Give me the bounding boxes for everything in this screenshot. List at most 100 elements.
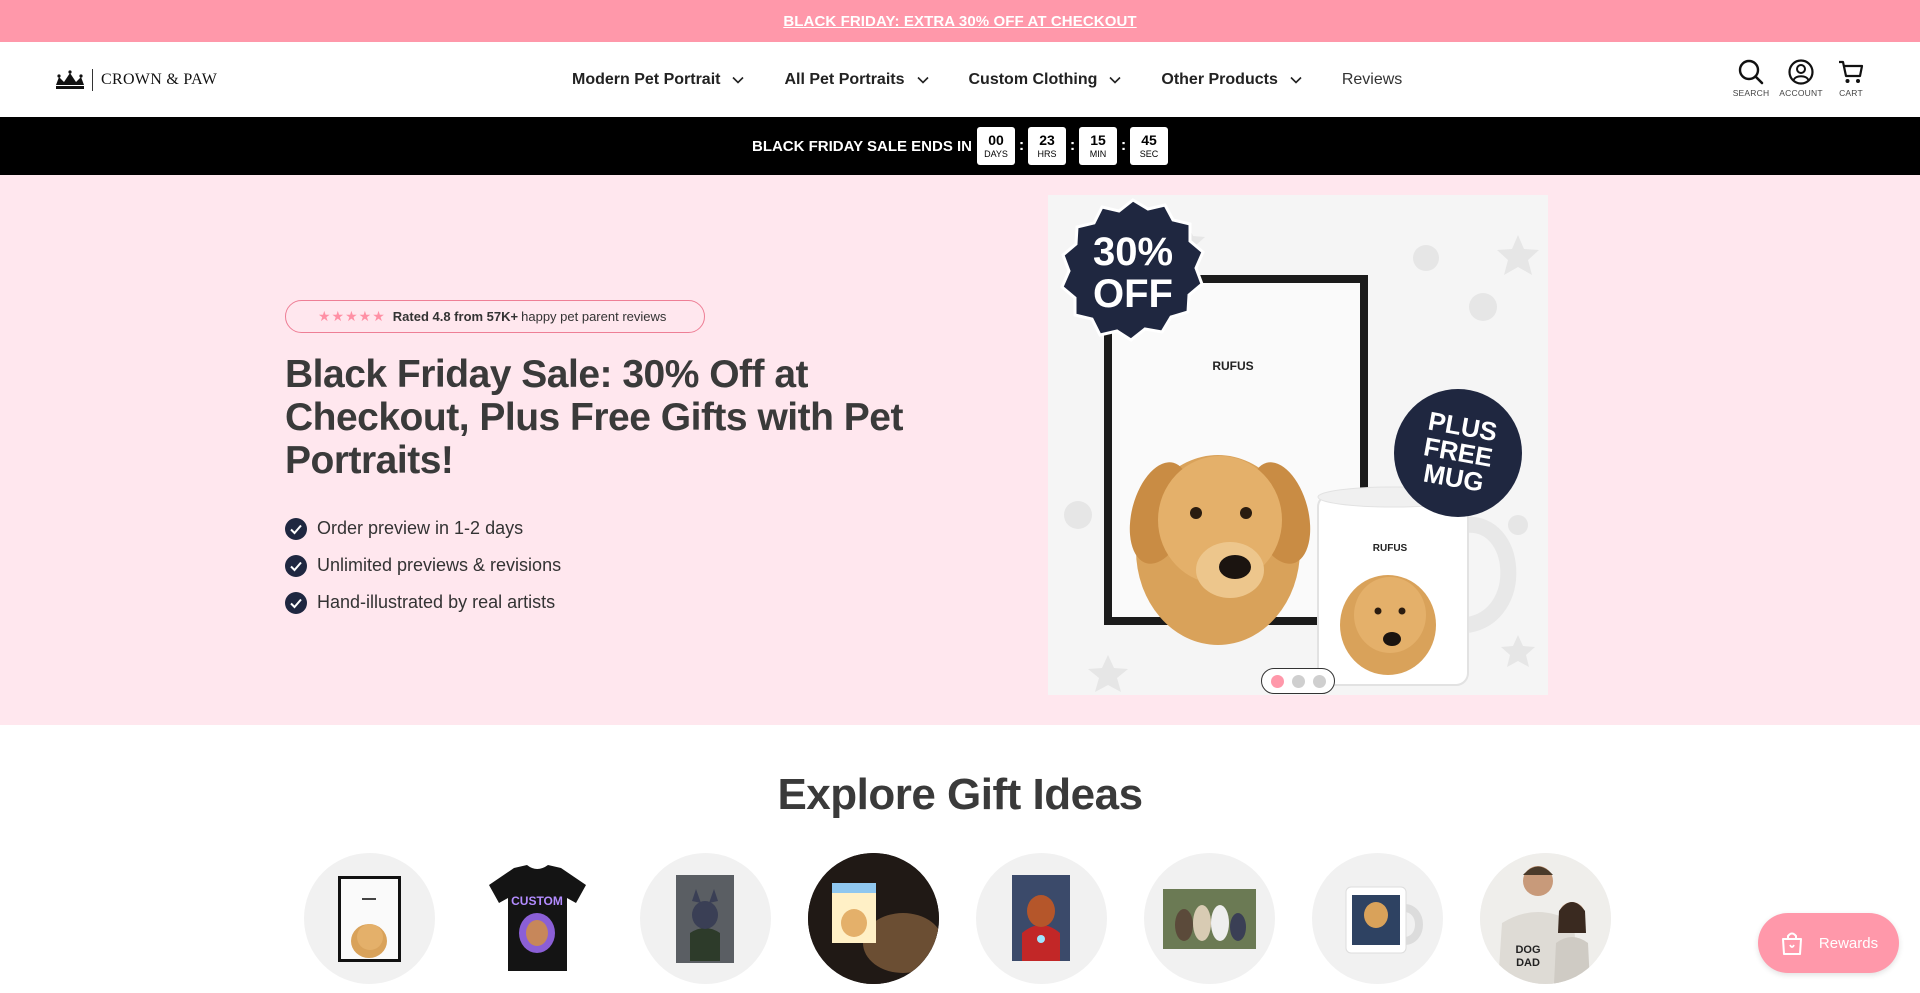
check-circle-icon (285, 517, 307, 540)
site-header: CROWN & PAW Modern Pet Portrait All Pet … (0, 42, 1920, 117)
gift-dog-dad-apparel[interactable]: DOG DAD (1480, 853, 1611, 984)
check-circle-icon (285, 591, 307, 614)
announcement-link[interactable]: BLACK FRIDAY: EXTRA 30% OFF AT CHECKOUT (783, 13, 1136, 30)
search-button[interactable]: SEARCH (1726, 58, 1776, 98)
star-rating-icon: ★★★★★ (318, 308, 386, 324)
countdown-label: BLACK FRIDAY SALE ENDS IN (751, 137, 973, 155)
apparel-models-icon: DOG DAD (1480, 853, 1611, 984)
rating-rest: happy pet parent reviews (521, 309, 667, 324)
benefit-item: Unlimited previews & revisions (285, 547, 561, 584)
benefit-text: Unlimited previews & revisions (317, 555, 562, 575)
hero-illustration: RUFUS RUFUS 30% OFF PLUS FREE MUG (1048, 195, 1548, 695)
rewards-button[interactable]: Rewards (1758, 913, 1899, 973)
carousel-dots (1261, 668, 1335, 694)
benefit-text: Hand-illustrated by real artists (317, 592, 556, 612)
mug-icon (1345, 886, 1423, 954)
carousel-dot-1[interactable] (1270, 674, 1284, 688)
header-icons: SEARCH ACCOUNT CART (1726, 58, 1876, 98)
badge-text-off: OFF (1093, 272, 1173, 316)
nav-label: Other Products (1161, 70, 1278, 88)
chevron-down-icon (1290, 76, 1302, 84)
explore-title: Explore Gift Ideas (777, 770, 1143, 819)
account-label: ACCOUNT (1779, 88, 1823, 98)
gift-family-portrait[interactable] (1144, 853, 1275, 984)
search-label: SEARCH (1732, 88, 1770, 98)
countdown-value: 23 (1039, 131, 1055, 148)
benefit-item: Order preview in 1-2 days (285, 510, 561, 547)
nav-all-pet-portraits[interactable]: All Pet Portraits (784, 70, 929, 89)
hero-title: Black Friday Sale: 30% Off at Checkout, … (285, 353, 903, 482)
framed-dog-portrait-icon (338, 876, 401, 962)
gift-bag-icon (1781, 932, 1802, 955)
countdown-unit: MIN (1089, 148, 1107, 159)
nav-custom-clothing[interactable]: Custom Clothing (969, 71, 1122, 89)
countdown-unit: HRS (1037, 148, 1057, 159)
cart-icon (1839, 60, 1864, 83)
countdown-unit: SEC (1139, 148, 1159, 159)
free-mug-badge: PLUS FREE MUG (1394, 389, 1522, 517)
gift-canvas-portrait[interactable] (640, 853, 771, 984)
countdown-colon: : (1018, 137, 1025, 154)
gift-custom-tshirt[interactable]: CUSTOM (472, 853, 603, 984)
carousel-dot-3[interactable] (1312, 674, 1326, 688)
cart-label: CART (1839, 88, 1863, 98)
logo-divider (92, 69, 93, 91)
crown-icon (56, 70, 84, 89)
benefit-text: Order preview in 1-2 days (317, 518, 524, 538)
search-icon (1738, 59, 1764, 85)
rewards-label: Rewards (1818, 934, 1879, 952)
countdown-days: 00 DAYS (977, 127, 1016, 165)
logo[interactable]: CROWN & PAW (54, 66, 217, 94)
nav-label: Custom Clothing (968, 70, 1098, 88)
rating-bold: Rated 4.8 from 57K+ (392, 309, 519, 324)
account-button[interactable]: ACCOUNT (1776, 58, 1826, 98)
chevron-down-icon (916, 76, 929, 84)
countdown-hours: 23 HRS (1028, 127, 1067, 165)
carousel-dot-2[interactable] (1291, 674, 1305, 688)
countdown-unit: DAYS (984, 148, 1008, 159)
apparel-text-dog: DOG (1515, 944, 1540, 956)
chevron-down-icon (1109, 76, 1121, 84)
custom-tshirt-icon: CUSTOM (489, 865, 586, 971)
nav-label: Reviews (1341, 70, 1403, 88)
countdown-bar: BLACK FRIDAY SALE ENDS IN 00 DAYS : 23 H… (0, 117, 1920, 175)
nav-reviews[interactable]: Reviews (1342, 71, 1402, 89)
hero-product-image[interactable]: RUFUS RUFUS 30% OFF PLUS FREE MUG (1048, 195, 1548, 695)
countdown-value: 00 (988, 131, 1004, 148)
apparel-text-dad: DAD (1516, 957, 1540, 969)
chevron-down-icon (732, 76, 745, 84)
rating-pill: ★★★★★ Rated 4.8 from 57K+ happy pet pare… (285, 300, 705, 333)
account-icon (1788, 59, 1814, 85)
mug-pet-name: RUFUS (1373, 543, 1408, 554)
main-nav: Modern Pet Portrait All Pet Portraits Cu… (572, 42, 1442, 117)
countdown-colon: : (1069, 137, 1076, 154)
badge-text-percent: 30% (1093, 230, 1173, 274)
canvas-portrait-icon (676, 875, 734, 963)
gift-night-light[interactable] (808, 853, 939, 984)
nav-modern-pet-portrait[interactable]: Modern Pet Portrait (572, 70, 745, 89)
superhero-canvas-icon (1012, 875, 1070, 961)
gift-ideas-row: CUSTOM DOG DAD (304, 853, 1648, 984)
countdown-seconds: 45 SEC (1130, 127, 1169, 165)
gift-framed-portrait[interactable] (304, 853, 435, 984)
family-portrait-icon (1163, 889, 1256, 949)
cart-button[interactable]: CART (1826, 58, 1876, 98)
nav-label: All Pet Portraits (784, 70, 905, 88)
gift-mug[interactable] (1312, 853, 1443, 984)
countdown-value: 15 (1090, 131, 1106, 148)
gift-superhero-canvas[interactable] (976, 853, 1107, 984)
frame-pet-name: RUFUS (1212, 359, 1253, 373)
benefit-list: Order preview in 1-2 days Unlimited prev… (285, 510, 561, 621)
benefit-item: Hand-illustrated by real artists (285, 584, 561, 621)
countdown-colon: : (1120, 137, 1127, 154)
tshirt-text: CUSTOM (511, 894, 563, 908)
nav-other-products[interactable]: Other Products (1161, 70, 1302, 89)
hero-section: ★★★★★ Rated 4.8 from 57K+ happy pet pare… (0, 175, 1920, 725)
check-circle-icon (285, 554, 307, 577)
nav-label: Modern Pet Portrait (572, 70, 721, 88)
countdown-value: 45 (1141, 131, 1157, 148)
countdown-minutes: 15 MIN (1079, 127, 1118, 165)
night-light-portrait-icon (808, 853, 939, 984)
announcement-bar: BLACK FRIDAY: EXTRA 30% OFF AT CHECKOUT (0, 0, 1920, 42)
logo-text: CROWN & PAW (101, 71, 218, 88)
